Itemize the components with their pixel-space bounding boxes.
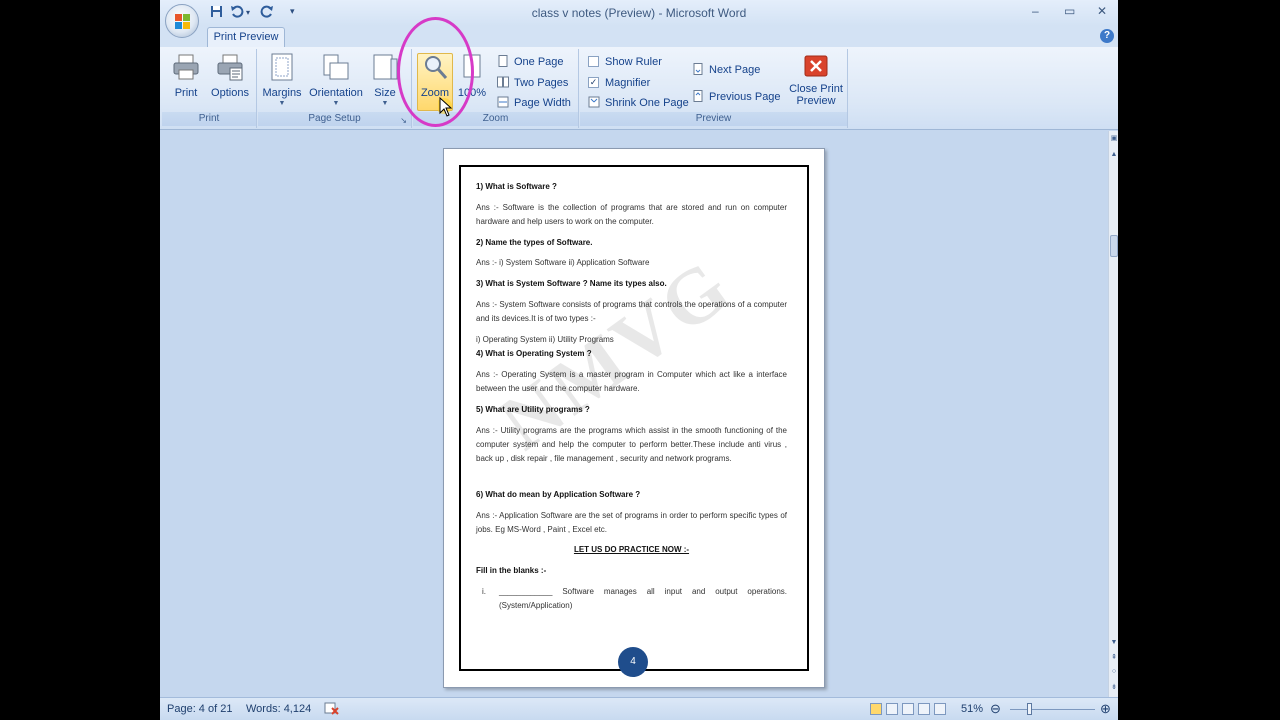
print-layout-view-icon[interactable] (870, 703, 882, 715)
answer-3: Ans :- System Software consists of progr… (476, 300, 787, 323)
practice-heading: LET US DO PRACTICE NOW :- (573, 545, 690, 554)
zoom-slider-thumb[interactable] (1027, 703, 1032, 715)
close-preview-icon (802, 53, 830, 81)
orientation-icon (322, 53, 350, 81)
print-button[interactable]: Print (168, 53, 204, 109)
help-icon[interactable]: ? (1100, 29, 1114, 43)
two-pages-button[interactable]: Two Pages (497, 74, 568, 92)
magnifying-glass-icon (421, 53, 449, 81)
proofing-icon[interactable] (324, 701, 340, 718)
question-2: 2) Name the types of Software. (476, 238, 593, 247)
tab-print-preview[interactable]: Print Preview (207, 27, 285, 48)
options-button[interactable]: Options (208, 53, 252, 109)
close-button[interactable]: ✕ (1097, 4, 1107, 18)
web-layout-icon[interactable] (902, 703, 914, 715)
previous-page-icon (692, 90, 704, 103)
ribbon: Print Options Print Margins ▼ Orientatio… (160, 47, 1118, 130)
one-page-button[interactable]: One Page (497, 53, 564, 71)
zoom-level[interactable]: 51% (961, 703, 983, 715)
word-window: ▾ ▾ class v notes (Preview) - Microsoft … (160, 0, 1118, 720)
chevron-down-icon: ▼ (332, 100, 340, 107)
shrink-one-page-button[interactable]: Shrink One Page (588, 94, 689, 112)
scroll-thumb[interactable] (1110, 235, 1118, 257)
scroll-up-icon[interactable]: ▲ (1109, 151, 1118, 158)
chevron-down-icon: ▼ (278, 100, 286, 107)
answer-3-types: i) Operating System ii) Utility Programs (476, 335, 614, 344)
draft-view-icon[interactable] (934, 703, 946, 715)
minimize-button[interactable]: – (1032, 4, 1039, 18)
window-title: class v notes (Preview) - Microsoft Word (531, 6, 747, 20)
zoom-in-icon[interactable]: ⊕ (1100, 701, 1111, 717)
office-button[interactable] (165, 4, 199, 38)
ruler-toggle-icon[interactable]: ▣ (1109, 134, 1118, 142)
answer-6: Ans :- Application Software are the set … (476, 511, 787, 534)
question-6: 6) What do mean by Application Software … (476, 490, 641, 499)
answer-4: Ans :- Operating System is a master prog… (476, 370, 787, 393)
zoom-100-button[interactable]: 100% (457, 53, 487, 109)
preview-group: Show Ruler ✓ Magnifier Shrink One Page Ne… (580, 49, 848, 128)
chevron-down-icon: ▼ (381, 100, 389, 107)
page-setup-group-label: Page Setup (258, 112, 411, 126)
two-pages-icon (497, 76, 509, 88)
printer-icon (172, 53, 200, 81)
question-1: 1) What is Software ? (476, 182, 557, 191)
answer-1: Ans :- Software is the collection of pro… (476, 203, 787, 226)
previous-object-icon[interactable]: ⇞ (1109, 653, 1118, 661)
orientation-button[interactable]: Orientation ▼ (306, 53, 366, 109)
status-bar: Page: 4 of 21 Words: 4,124 51% ⊖ ⊕ (160, 697, 1118, 720)
title-bar: ▾ ▾ class v notes (Preview) - Microsoft … (160, 0, 1118, 26)
document-area[interactable]: NMVG 1) What is Software ? Ans :- Softwa… (160, 131, 1108, 697)
margins-icon (268, 53, 296, 81)
close-print-preview-button[interactable]: Close Print Preview (788, 53, 844, 109)
zoom-slider[interactable] (1010, 709, 1095, 710)
shrink-page-icon (588, 96, 600, 108)
document-page[interactable]: NMVG 1) What is Software ? Ans :- Softwa… (443, 148, 825, 688)
margins-button[interactable]: Margins ▼ (260, 53, 304, 109)
question-3: 3) What is System Software ? Name its ty… (476, 279, 667, 288)
page-count[interactable]: Page: 4 of 21 (167, 703, 232, 715)
page-number-badge: 4 (618, 647, 648, 677)
vertical-scrollbar[interactable]: ▣ ▲ ▼ ⇞ ○ ⇟ (1108, 131, 1118, 697)
blank-item-number: i. (482, 587, 486, 596)
magnifier-check[interactable]: ✓ (588, 76, 599, 88)
next-object-icon[interactable]: ⇟ (1109, 683, 1118, 691)
next-page-button[interactable]: Next Page (692, 61, 760, 79)
question-5: 5) What are Utility programs ? (476, 405, 590, 414)
blank-item-1: ____________ Software manages all input … (499, 587, 787, 610)
full-screen-reading-icon[interactable] (886, 703, 898, 715)
outline-view-icon[interactable] (918, 703, 930, 715)
previous-page-button[interactable]: Previous Page (692, 88, 781, 106)
magnifier-checkbox[interactable]: ✓ Magnifier (588, 74, 650, 92)
show-ruler-checkbox[interactable]: Show Ruler (588, 53, 662, 71)
size-button[interactable]: Size ▼ (370, 53, 400, 109)
answer-5: Ans :- Utility programs are the programs… (476, 426, 787, 463)
question-4: 4) What is Operating System ? (476, 349, 592, 358)
page-setup-group: Margins ▼ Orientation ▼ Size ▼ Page Setu… (258, 49, 412, 128)
restore-button[interactable]: ▭ (1064, 4, 1075, 18)
page-size-icon (371, 53, 399, 81)
office-logo-icon (175, 14, 190, 29)
next-page-icon (692, 63, 704, 76)
dialog-launcher-icon[interactable]: ↘ (400, 116, 407, 125)
scroll-down-icon[interactable]: ▼ (1109, 639, 1118, 646)
show-ruler-check[interactable] (588, 55, 599, 67)
page-width-button[interactable]: Page Width (497, 94, 571, 112)
zoom-out-icon[interactable]: ⊖ (990, 701, 1001, 717)
one-page-icon (497, 55, 509, 68)
printer-options-icon (216, 53, 244, 81)
answer-2: Ans :- i) System Software ii) Applicatio… (476, 258, 650, 267)
preview-group-label: Preview (580, 112, 847, 126)
tab-row: Print Preview ? (160, 26, 1118, 48)
select-browse-object-icon[interactable]: ○ (1109, 668, 1118, 675)
print-group: Print Options Print (162, 49, 257, 128)
word-count[interactable]: Words: 4,124 (246, 703, 311, 715)
fill-blanks-heading: Fill in the blanks :- (476, 566, 547, 575)
page-width-icon (497, 96, 509, 108)
page-100-icon (458, 53, 486, 81)
print-group-label: Print (162, 112, 256, 126)
